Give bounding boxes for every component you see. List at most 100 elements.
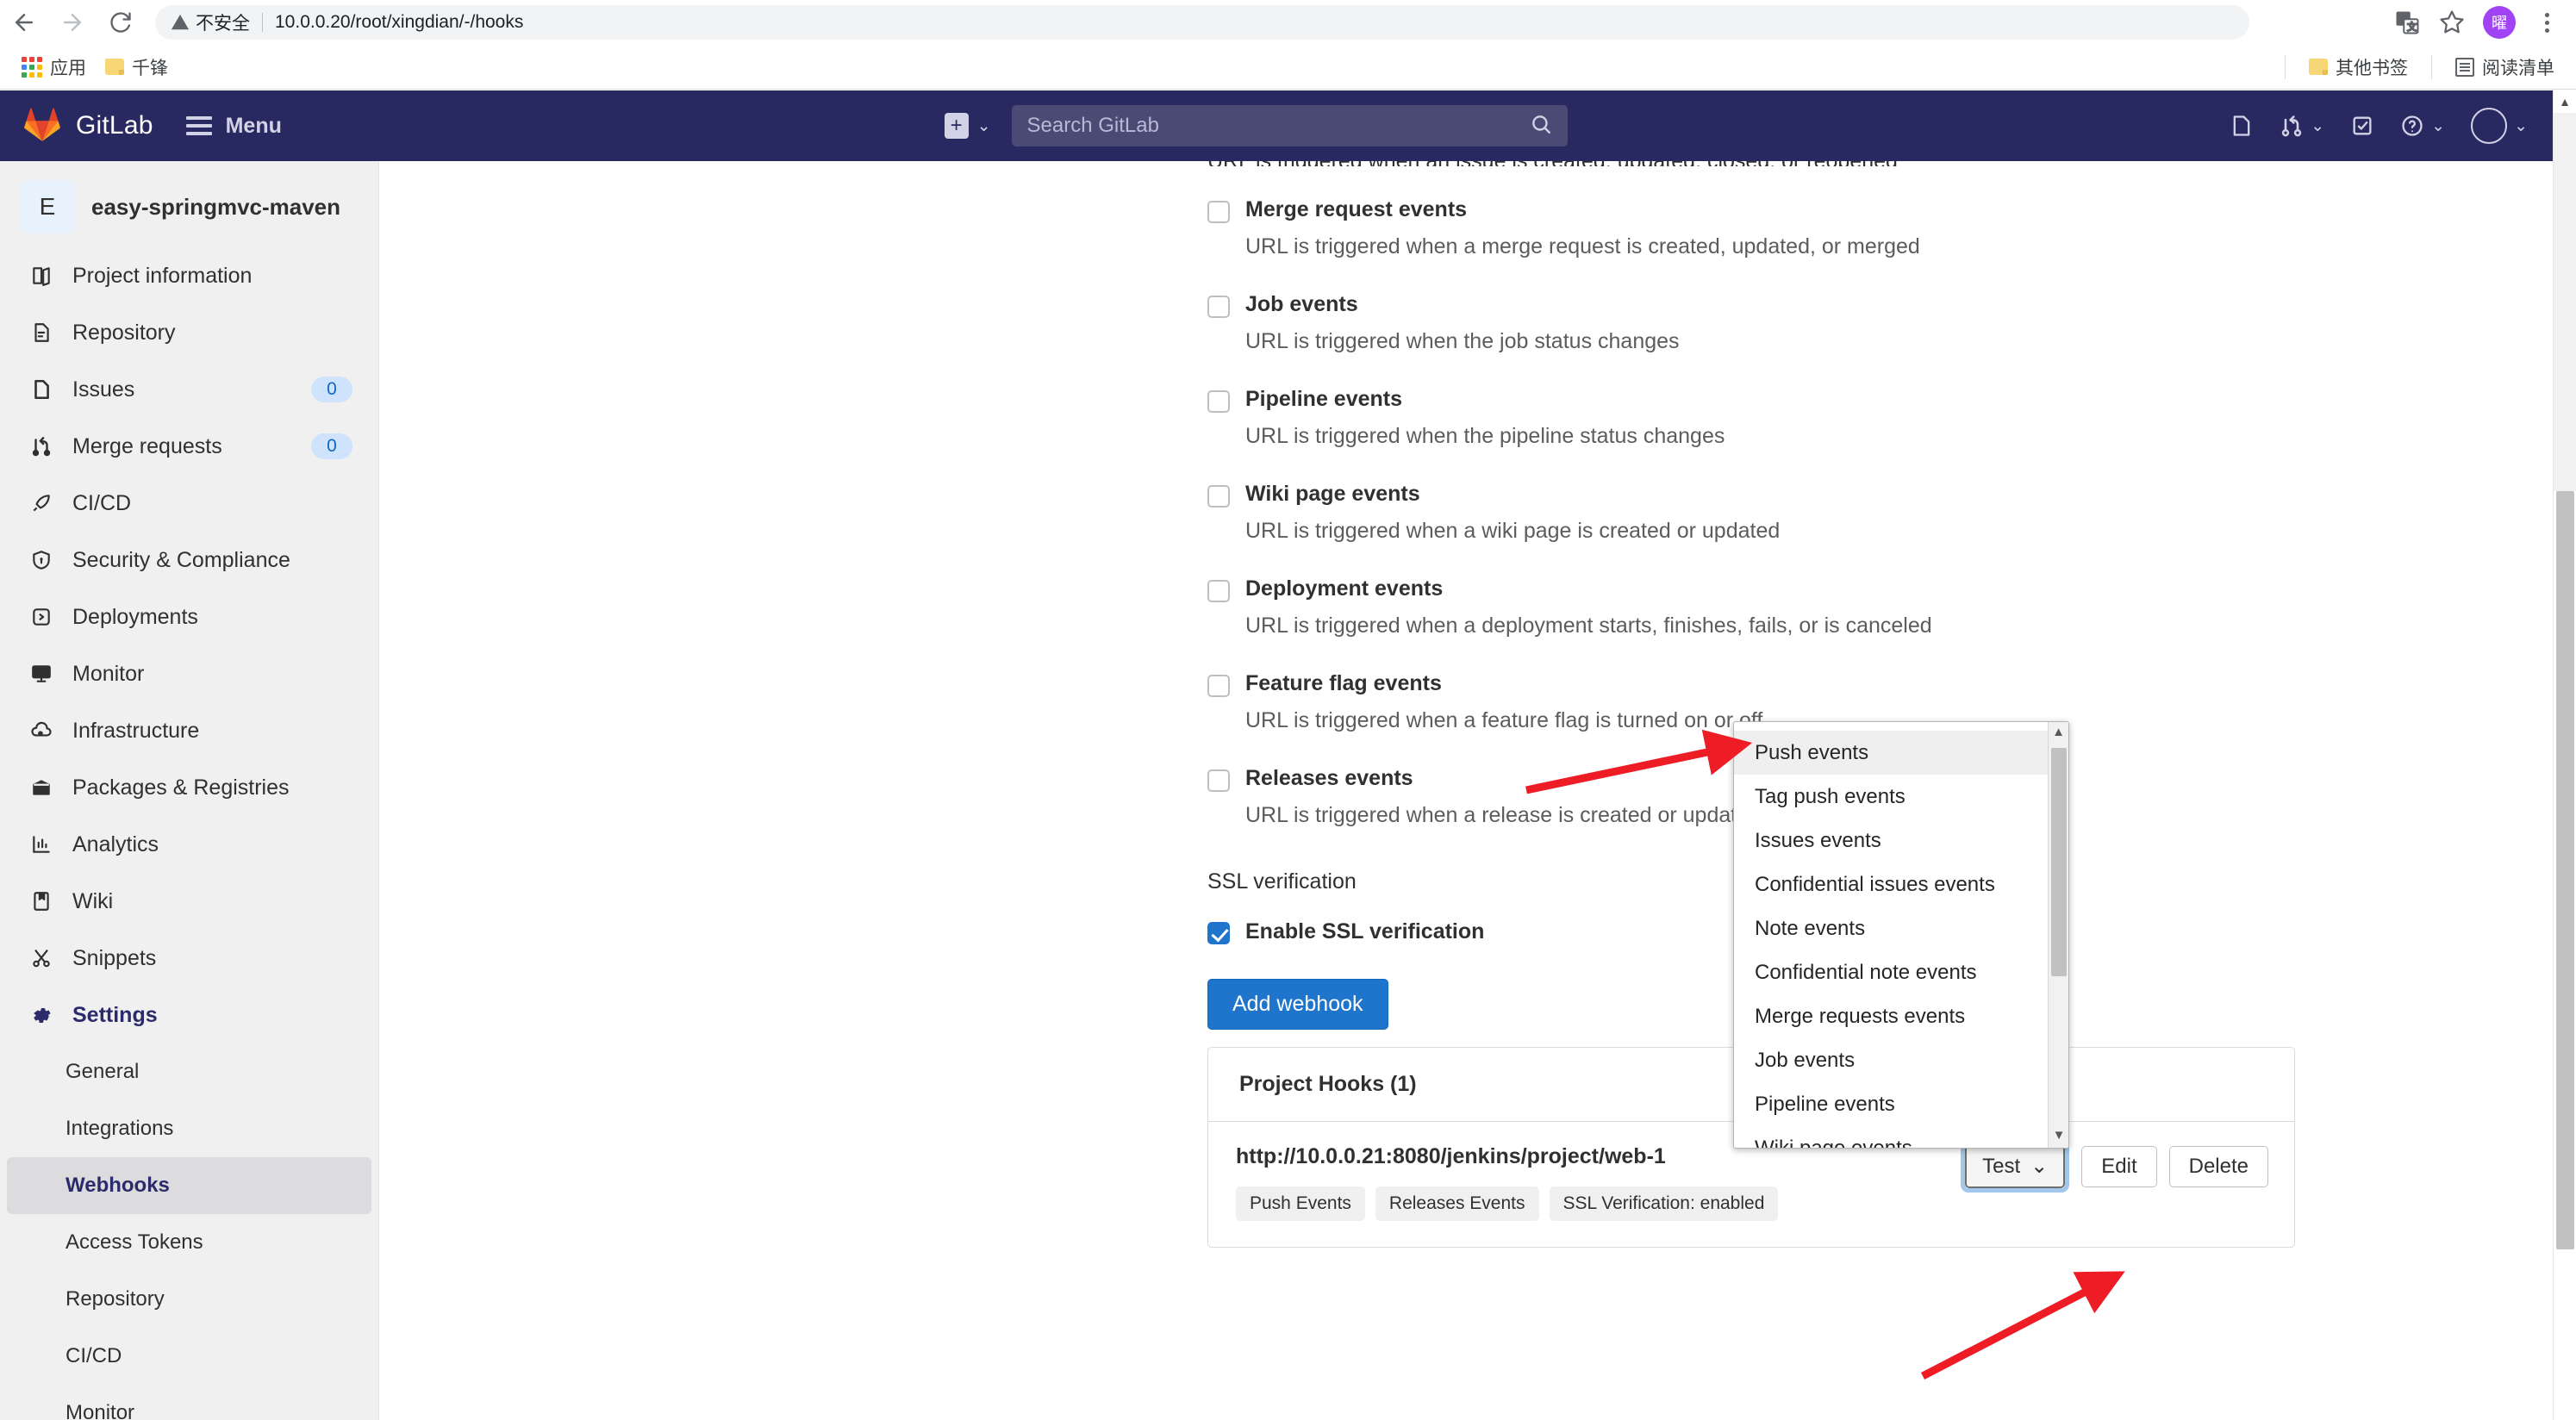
sidebar-item-project-information[interactable]: Project information — [7, 247, 371, 304]
dropdown-scrollbar[interactable]: ▲ ▼ — [2048, 722, 2068, 1148]
add-webhook-button[interactable]: Add webhook — [1207, 979, 1388, 1030]
sidebar-subitem-general[interactable]: General — [7, 1043, 371, 1100]
star-icon[interactable] — [2431, 2, 2473, 43]
sidebar-project-header[interactable]: E easy-springmvc-maven — [0, 161, 378, 247]
delete-button[interactable]: Delete — [2168, 1146, 2268, 1187]
help-icon[interactable]: ⌄ — [2390, 105, 2455, 146]
edit-button[interactable]: Edit — [2081, 1146, 2157, 1187]
bookmark-qianfeng[interactable]: 千锋 — [96, 50, 178, 84]
sidebar-subitem-ci-cd[interactable]: CI/CD — [7, 1328, 371, 1385]
dropdown-option-list: Push events Tag push events Issues event… — [1734, 722, 2048, 1148]
dropdown-option-pipeline-events[interactable]: Pipeline events — [1734, 1082, 2048, 1126]
bookmark-label: 千锋 — [132, 58, 168, 78]
dropdown-scroll-thumb[interactable] — [2051, 748, 2067, 976]
bookmark-label: 阅读清单 — [2482, 58, 2554, 78]
job-events-checkbox[interactable] — [1207, 296, 1230, 318]
sidebar-item-ci-cd[interactable]: CI/CD — [7, 475, 371, 532]
project-name-label: easy-springmvc-maven — [91, 193, 341, 220]
page-scrollbar[interactable]: ▲ — [2553, 90, 2576, 1420]
sidebar-subitem-label: Monitor — [65, 1401, 135, 1420]
enable-ssl-verification-checkbox[interactable] — [1207, 922, 1230, 944]
sidebar-subitem-repository[interactable]: Repository — [7, 1271, 371, 1328]
scroll-down-icon[interactable]: ▼ — [2049, 1125, 2068, 1144]
scroll-up-icon[interactable]: ▲ — [2049, 722, 2068, 741]
sidebar-item-label: Merge requests — [72, 433, 222, 458]
dropdown-option-confidential-note-events[interactable]: Confidential note events — [1734, 950, 2048, 994]
header-right-group: ⌄ ⌄ ⌄ — [2219, 99, 2576, 153]
merge-request-events-checkbox[interactable] — [1207, 201, 1230, 223]
dropdown-option-wiki-page-events[interactable]: Wiki page events — [1734, 1126, 2048, 1149]
sidebar-item-wiki[interactable]: Wiki — [7, 873, 371, 930]
bookmarks-divider — [2431, 54, 2432, 79]
hamburger-icon — [185, 116, 212, 135]
todos-icon[interactable] — [2340, 105, 2385, 146]
three-dots-icon[interactable] — [2526, 2, 2567, 43]
bookmark-reading-list[interactable]: 阅读清单 — [2446, 50, 2564, 84]
test-dropdown-button[interactable]: Test ⌄ — [1965, 1145, 2066, 1188]
deployment-events-checkbox[interactable] — [1207, 580, 1230, 602]
sidebar-item-deployments[interactable]: Deployments — [7, 589, 371, 645]
sidebar-item-monitor[interactable]: Monitor — [7, 645, 371, 702]
event-wiki-page: Wiki page events URL is triggered when a… — [1207, 482, 2298, 544]
shield-icon — [28, 546, 55, 574]
forward-arrow-icon[interactable] — [48, 0, 97, 45]
event-pipeline: Pipeline events URL is triggered when th… — [1207, 387, 2298, 449]
sidebar-subitem-access-tokens[interactable]: Access Tokens — [7, 1214, 371, 1271]
event-title: Feature flag events — [1245, 671, 1442, 695]
event-deployment: Deployment events URL is triggered when … — [1207, 576, 2298, 638]
address-bar[interactable]: 不安全 10.0.0.20/root/xingdian/-/hooks — [155, 5, 2249, 40]
url-text: 10.0.0.20/root/xingdian/-/hooks — [275, 12, 524, 32]
bookmark-other-bookmarks[interactable]: 其他书签 — [2299, 50, 2417, 84]
sidebar-item-label: Packages & Registries — [72, 775, 290, 800]
releases-events-checkbox[interactable] — [1207, 769, 1230, 792]
sidebar-subitem-webhooks[interactable]: Webhooks — [7, 1157, 371, 1214]
sidebar-item-repository[interactable]: Repository — [7, 304, 371, 361]
sidebar-item-issues[interactable]: Issues 0 — [7, 361, 371, 418]
gitlab-logo-area[interactable]: GitLab — [0, 107, 153, 146]
user-avatar[interactable]: ⌄ — [2461, 99, 2538, 153]
sidebar-item-analytics[interactable]: Analytics — [7, 816, 371, 873]
dropdown-option-merge-requests-events[interactable]: Merge requests events — [1734, 994, 2048, 1038]
sidebar-item-packages-registries[interactable]: Packages & Registries — [7, 759, 371, 816]
pipeline-events-checkbox[interactable] — [1207, 390, 1230, 413]
search-input[interactable]: Search GitLab — [1011, 105, 1568, 146]
analytics-icon — [28, 831, 55, 858]
merge-requests-icon — [28, 433, 55, 460]
bookmark-apps[interactable]: 应用 — [12, 50, 96, 84]
browser-profile-avatar[interactable]: 曜 — [2483, 6, 2516, 39]
chevron-down-icon[interactable]: ⌄ — [977, 116, 991, 136]
sidebar-item-security-compliance[interactable]: Security & Compliance — [7, 532, 371, 589]
bookmark-label: 应用 — [50, 58, 86, 78]
test-events-dropdown-popup[interactable]: Push events Tag push events Issues event… — [1733, 721, 2069, 1149]
sidebar-item-settings[interactable]: Settings — [7, 987, 371, 1043]
sidebar-item-merge-requests[interactable]: Merge requests 0 — [7, 418, 371, 475]
scroll-up-icon[interactable]: ▲ — [2554, 90, 2576, 113]
translate-icon[interactable]: G文 — [2386, 2, 2428, 43]
dropdown-option-job-events[interactable]: Job events — [1734, 1038, 2048, 1082]
reload-icon[interactable] — [97, 0, 145, 45]
dropdown-option-confidential-issues-events[interactable]: Confidential issues events — [1734, 863, 2048, 906]
sidebar-item-infrastructure[interactable]: Infrastructure — [7, 702, 371, 759]
sidebar-subitem-integrations[interactable]: Integrations — [7, 1100, 371, 1157]
scrollbar-thumb[interactable] — [2556, 491, 2574, 1249]
sidebar-subitem-label: Repository — [65, 1287, 165, 1311]
project-sidebar: E easy-springmvc-maven Project informati… — [0, 161, 379, 1420]
issues-icon[interactable] — [2219, 105, 2264, 146]
scrollbar-track[interactable] — [2554, 113, 2576, 491]
dropdown-option-push-events[interactable]: Push events — [1734, 731, 2048, 775]
sidebar-subitem-label: Webhooks — [65, 1174, 170, 1197]
dropdown-option-issues-events[interactable]: Issues events — [1734, 819, 2048, 863]
wiki-page-events-checkbox[interactable] — [1207, 485, 1230, 508]
test-button-label: Test — [1982, 1155, 2021, 1178]
back-arrow-icon[interactable] — [0, 0, 48, 45]
dropdown-option-tag-push-events[interactable]: Tag push events — [1734, 775, 2048, 819]
feature-flag-events-checkbox[interactable] — [1207, 675, 1230, 697]
sidebar-item-label: Project information — [72, 263, 253, 288]
sidebar-item-snippets[interactable]: Snippets — [7, 930, 371, 987]
dropdown-option-note-events[interactable]: Note events — [1734, 906, 2048, 950]
security-label: 不安全 — [196, 14, 250, 34]
merge-requests-icon[interactable]: ⌄ — [2269, 105, 2335, 146]
main-menu-button[interactable]: Menu — [176, 107, 292, 146]
sidebar-subitem-monitor[interactable]: Monitor — [7, 1385, 371, 1420]
plus-square-icon[interactable]: + — [944, 113, 969, 139]
